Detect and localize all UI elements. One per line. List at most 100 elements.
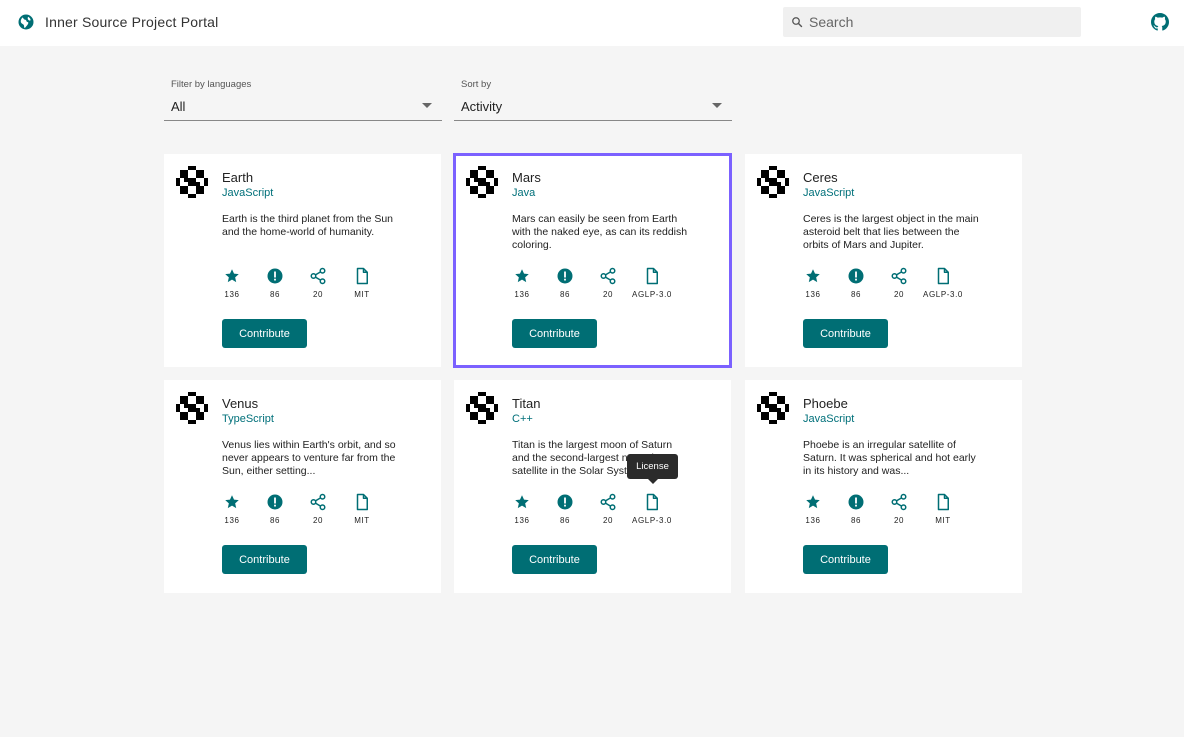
stars-stat: 136 <box>500 493 544 529</box>
contribute-button[interactable]: Contribute <box>222 545 307 574</box>
stars-count: 136 <box>514 290 530 299</box>
search-box[interactable] <box>783 7 1081 37</box>
license-name: AGLP-3.0 <box>923 290 963 299</box>
forks-count: 20 <box>312 290 324 299</box>
license-stat[interactable]: AGLP-3.0 <box>630 267 674 303</box>
star-icon <box>806 495 820 509</box>
stars-count: 136 <box>224 516 240 525</box>
project-title[interactable]: Earth <box>222 170 253 185</box>
project-avatar <box>176 166 208 198</box>
license-stat[interactable]: AGLP-3.0 <box>630 493 674 529</box>
project-avatar <box>466 392 498 424</box>
forks-count: 20 <box>602 290 614 299</box>
forks-stat: 20 <box>877 267 921 303</box>
stars-count: 136 <box>805 290 821 299</box>
issues-stat: 86 <box>834 493 878 529</box>
share-fork-icon <box>891 493 907 511</box>
project-language[interactable]: Java <box>512 187 535 199</box>
contribute-button[interactable]: Contribute <box>512 319 597 348</box>
stars-stat: 136 <box>791 267 835 303</box>
license-document-icon[interactable] <box>353 493 371 511</box>
sort-label: Sort by <box>461 79 492 90</box>
project-language[interactable]: C++ <box>512 413 533 425</box>
globe-icon <box>18 14 34 30</box>
project-title[interactable]: Phoebe <box>803 396 848 411</box>
language-filter-select[interactable]: Filter by languages All <box>164 79 442 121</box>
license-name: AGLP-3.0 <box>632 516 672 525</box>
license-stat[interactable]: MIT <box>921 493 965 529</box>
issues-stat: 86 <box>543 267 587 303</box>
share-fork-icon <box>310 267 326 285</box>
project-card: Mars Java Mars can easily be seen from Ear… <box>453 153 732 368</box>
license-document-icon[interactable] <box>643 493 661 511</box>
share-fork-icon <box>600 493 616 511</box>
issues-count: 86 <box>269 290 281 299</box>
license-document-icon[interactable] <box>934 267 952 285</box>
issue-alert-icon <box>557 268 573 284</box>
project-title[interactable]: Titan <box>512 396 540 411</box>
dropdown-arrow-icon <box>422 103 432 108</box>
share-fork-icon <box>600 267 616 285</box>
license-stat[interactable]: AGLP-3.0 <box>921 267 965 303</box>
issues-count: 86 <box>850 290 862 299</box>
dropdown-arrow-icon <box>712 103 722 108</box>
project-avatar <box>466 166 498 198</box>
forks-stat: 20 <box>877 493 921 529</box>
contribute-button[interactable]: Contribute <box>803 319 888 348</box>
project-description: Ceres is the largest object in the main … <box>803 213 979 251</box>
project-title[interactable]: Mars <box>512 170 541 185</box>
license-stat[interactable]: MIT <box>340 267 384 303</box>
project-description: Venus lies within Earth's orbit, and so … <box>222 439 396 477</box>
forks-count: 20 <box>893 516 905 525</box>
app-title: Inner Source Project Portal <box>45 14 219 30</box>
license-name: MIT <box>354 290 370 299</box>
project-card: Venus TypeScript Venus lies within Earth's… <box>164 380 441 593</box>
sort-select[interactable]: Sort by Activity <box>454 79 732 121</box>
project-description: Mars can easily be seen from Earth with … <box>512 213 688 251</box>
project-card: Phoebe JavaScript Phoebe is an irregular s… <box>745 380 1022 593</box>
issue-alert-icon <box>267 494 283 510</box>
project-language[interactable]: TypeScript <box>222 413 274 425</box>
contribute-button[interactable]: Contribute <box>222 319 307 348</box>
license-document-icon[interactable] <box>934 493 952 511</box>
stars-stat: 136 <box>210 267 254 303</box>
project-card: Earth JavaScript Earth is the third planet… <box>164 154 441 367</box>
project-description: Earth is the third planet from the Sun a… <box>222 213 394 238</box>
contribute-button[interactable]: Contribute <box>803 545 888 574</box>
issues-count: 86 <box>559 516 571 525</box>
forks-count: 20 <box>312 516 324 525</box>
search-input[interactable] <box>809 7 1074 37</box>
stars-count: 136 <box>224 290 240 299</box>
star-icon <box>225 495 239 509</box>
star-icon <box>806 269 820 283</box>
top-app-bar: Inner Source Project Portal <box>0 0 1184 46</box>
issues-count: 86 <box>850 516 862 525</box>
issues-stat: 86 <box>253 493 297 529</box>
license-stat[interactable]: MIT <box>340 493 384 529</box>
issue-alert-icon <box>848 494 864 510</box>
project-language[interactable]: JavaScript <box>803 413 854 425</box>
project-title[interactable]: Ceres <box>803 170 838 185</box>
contribute-button[interactable]: Contribute <box>512 545 597 574</box>
project-language[interactable]: JavaScript <box>803 187 854 199</box>
stars-stat: 136 <box>500 267 544 303</box>
star-icon <box>515 495 529 509</box>
forks-stat: 20 <box>586 267 630 303</box>
project-avatar <box>757 392 789 424</box>
issues-stat: 86 <box>253 267 297 303</box>
language-filter-label: Filter by languages <box>171 79 252 90</box>
license-document-icon[interactable] <box>353 267 371 285</box>
forks-stat: 20 <box>296 493 340 529</box>
project-title[interactable]: Venus <box>222 396 258 411</box>
project-language[interactable]: JavaScript <box>222 187 273 199</box>
project-avatar <box>176 392 208 424</box>
license-name: AGLP-3.0 <box>632 290 672 299</box>
star-icon <box>225 269 239 283</box>
issues-count: 86 <box>559 290 571 299</box>
license-name: MIT <box>935 516 951 525</box>
forks-count: 20 <box>893 290 905 299</box>
star-icon <box>515 269 529 283</box>
github-icon[interactable] <box>1151 13 1169 31</box>
license-document-icon[interactable] <box>643 267 661 285</box>
stars-stat: 136 <box>210 493 254 529</box>
